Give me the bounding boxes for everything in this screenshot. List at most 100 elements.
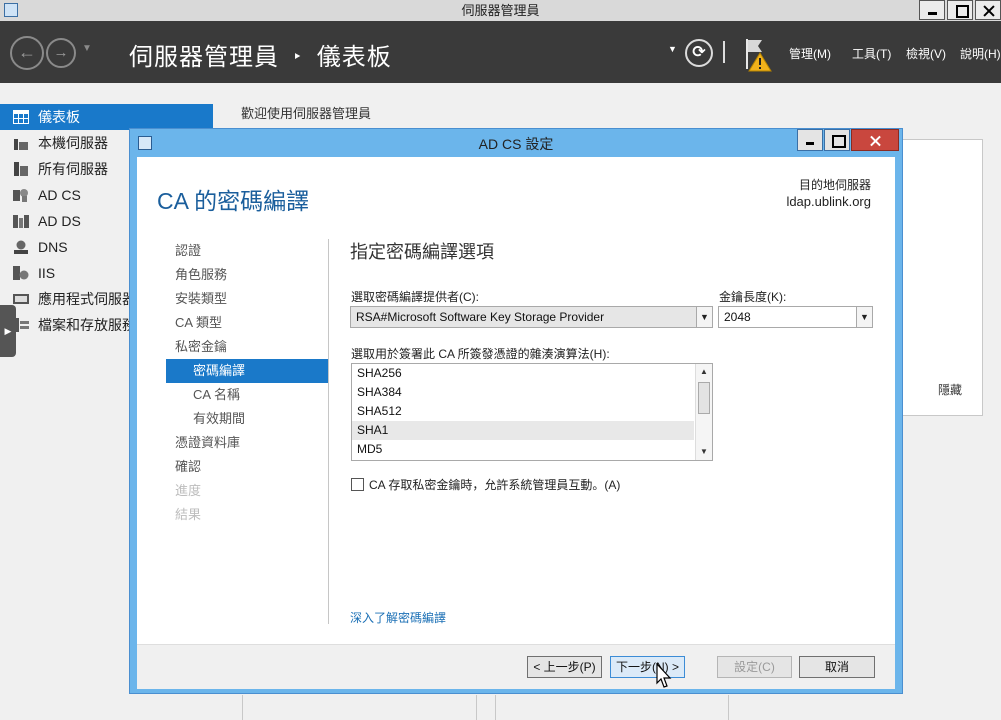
dialog-title-bar: AD CS 設定 — [130, 129, 902, 157]
forward-button[interactable]: → — [46, 38, 76, 68]
tile-border — [495, 695, 496, 720]
hash-algorithm-list[interactable]: SHA256 SHA384 SHA512 SHA1 MD5 ▲ ▼ — [351, 363, 713, 461]
menu-tools[interactable]: 工具(T) — [852, 45, 891, 62]
hash-option[interactable]: SHA256 — [352, 364, 694, 383]
destination-server-label: 目的地伺服器 — [798, 178, 871, 192]
window-controls — [917, 0, 1001, 20]
section-title: 指定密碼編譯選項 — [350, 242, 494, 262]
header-divider — [723, 41, 725, 63]
dialog-minimize-button[interactable] — [797, 129, 823, 151]
dialog-close-button[interactable] — [851, 129, 899, 151]
back-button[interactable]: ← — [10, 36, 44, 70]
server-manager-icon — [4, 3, 18, 17]
sidebar-item-dashboard[interactable]: 儀表板 — [0, 104, 213, 130]
tile-border — [476, 695, 477, 720]
welcome-heading: 歡迎使用伺服器管理員 — [241, 106, 372, 121]
close-button[interactable] — [975, 0, 1001, 20]
scrollbar-thumb[interactable] — [698, 382, 710, 414]
step-setup-type[interactable]: 安裝類型 — [166, 287, 328, 311]
breadcrumb-page: 儀表板 — [316, 44, 392, 71]
step-confirmation[interactable]: 確認 — [166, 455, 328, 479]
step-ca-type[interactable]: CA 類型 — [166, 311, 328, 335]
destination-server-value: ldap.ublink.org — [786, 194, 871, 209]
steps-divider — [328, 239, 329, 624]
hash-algorithm-label: 選取用於簽署此 CA 所簽發憑證的雜湊演算法(H): — [351, 347, 610, 361]
breadcrumb: 伺服器管理員 ‣ 儀表板 — [129, 37, 392, 72]
hash-option[interactable]: MD5 — [352, 440, 694, 459]
restore-button[interactable] — [947, 0, 973, 20]
scroll-down-icon[interactable]: ▼ — [696, 444, 712, 460]
mouse-cursor-icon — [656, 663, 672, 688]
window-title: 伺服器管理員 — [461, 3, 540, 18]
previous-button[interactable]: < 上一步(P) — [527, 656, 602, 678]
refresh-button[interactable]: ⟳ — [685, 39, 713, 67]
step-cryptography[interactable]: 密碼編譯 — [166, 359, 328, 383]
hash-list-scrollbar[interactable]: ▲ ▼ — [695, 364, 712, 460]
sidebar-collapse-toggle[interactable]: ▶ — [0, 305, 16, 357]
step-role-services[interactable]: 角色服務 — [166, 263, 328, 287]
dashboard-icon — [13, 110, 29, 124]
dialog-frame — [895, 157, 902, 693]
key-length-value: 2048 — [724, 310, 751, 324]
chevron-down-icon[interactable]: ▼ — [856, 307, 872, 327]
window-title-bar: 伺服器管理員 — [0, 0, 1001, 21]
hash-option-selected[interactable]: SHA1 — [352, 421, 694, 440]
step-validity-period[interactable]: 有效期間 — [166, 407, 328, 431]
dialog-heading: CA 的密碼編譯 — [157, 188, 310, 214]
key-length-select[interactable]: 2048 ▼ — [718, 306, 873, 328]
menu-help[interactable]: 說明(H) — [960, 45, 1001, 62]
next-button[interactable]: 下一步(N) > — [610, 656, 685, 678]
allow-admin-interaction-label[interactable]: CA 存取私密金鑰時，允許系統管理員互動。(A) — [369, 476, 620, 493]
welcome-panel — [902, 139, 983, 416]
menu-manage[interactable]: 管理(M) — [789, 45, 831, 62]
refresh-dropdown-icon[interactable]: ▼ — [668, 44, 677, 54]
key-length-label: 金鑰長度(K): — [719, 290, 787, 304]
provider-value: RSA#Microsoft Software Key Storage Provi… — [356, 310, 605, 324]
iis-icon — [13, 266, 29, 280]
ad-cs-icon — [13, 189, 28, 202]
sidebar-item-label: DNS — [38, 239, 68, 255]
menu-view[interactable]: 檢視(V) — [906, 45, 946, 62]
dialog-maximize-button[interactable] — [824, 129, 850, 151]
provider-label: 選取密碼編譯提供者(C): — [351, 290, 479, 304]
sidebar-item-label: AD DS — [38, 213, 81, 229]
header-bar: ← → ▼ 伺服器管理員 ‣ 儀表板 ▼ ⟳ 管理(M) 工具(T) 檢視(V)… — [0, 21, 1001, 83]
servers-icon — [14, 162, 28, 176]
cancel-button[interactable]: 取消 — [799, 656, 875, 678]
learn-more-link[interactable]: 深入了解密碼編譯 — [350, 609, 446, 626]
configure-button: 設定(C) — [717, 656, 792, 678]
breadcrumb-app: 伺服器管理員 — [129, 44, 279, 71]
sidebar-item-label: 應用程式伺服器 — [38, 291, 136, 307]
step-ca-name[interactable]: CA 名稱 — [166, 383, 328, 407]
step-certificate-database[interactable]: 憑證資料庫 — [166, 431, 328, 455]
app-server-icon — [13, 294, 29, 304]
step-private-key[interactable]: 私密金鑰 — [166, 335, 328, 359]
allow-admin-interaction-checkbox[interactable] — [351, 478, 364, 491]
step-credentials[interactable]: 認證 — [166, 239, 328, 263]
hash-option[interactable]: SHA384 — [352, 383, 694, 402]
step-progress: 進度 — [175, 483, 202, 498]
hide-link[interactable]: 隱藏 — [938, 381, 962, 398]
chevron-down-icon[interactable]: ▼ — [696, 307, 712, 327]
minimize-button[interactable] — [919, 0, 945, 20]
provider-select[interactable]: RSA#Microsoft Software Key Storage Provi… — [350, 306, 713, 328]
breadcrumb-separator-icon: ‣ — [292, 49, 304, 66]
sidebar-item-label: 所有伺服器 — [38, 161, 108, 177]
hash-option[interactable]: SHA512 — [352, 402, 694, 421]
sidebar-item-label: 檔案和存放服務 — [38, 317, 136, 333]
dialog-app-icon — [138, 136, 152, 150]
sidebar-item-label: 本機伺服器 — [38, 135, 108, 151]
notifications-flag-icon[interactable] — [742, 37, 776, 73]
tile-border — [242, 695, 243, 720]
scroll-up-icon[interactable]: ▲ — [696, 364, 712, 380]
step-results: 結果 — [175, 507, 202, 522]
sidebar-item-label: IIS — [38, 265, 56, 281]
sidebar-item-label: AD CS — [38, 187, 81, 203]
history-dropdown-icon[interactable]: ▼ — [82, 43, 92, 54]
dialog-frame — [130, 157, 137, 693]
server-icon — [14, 139, 28, 150]
dns-icon — [14, 240, 28, 254]
wizard-steps: 認證 角色服務 安裝類型 CA 類型 私密金鑰 密碼編譯 CA 名稱 有效期間 … — [166, 239, 328, 527]
dialog-title: AD CS 設定 — [478, 136, 554, 152]
tile-border — [728, 695, 729, 720]
